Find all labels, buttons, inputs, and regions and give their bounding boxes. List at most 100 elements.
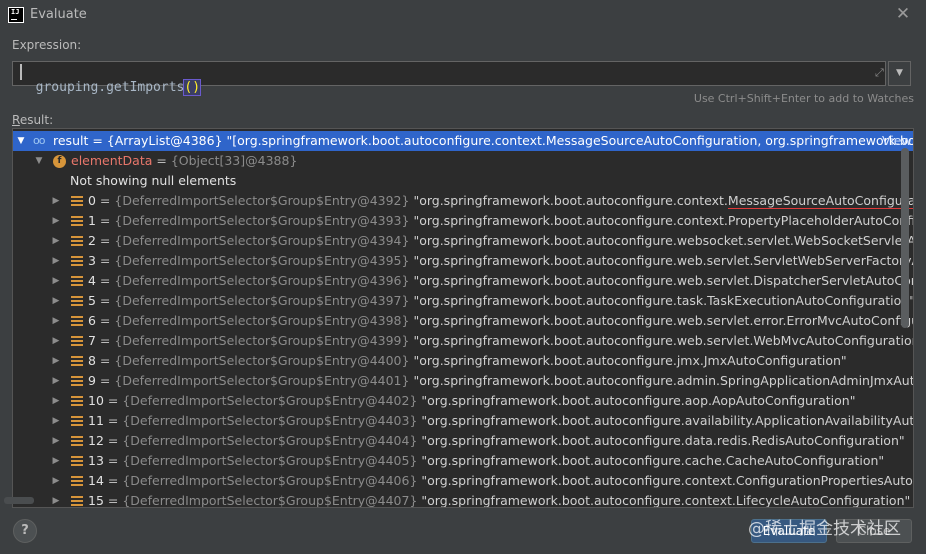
item-value: "org.springframework.boot.autoconfigure.… (413, 353, 847, 368)
list-entry-icon (71, 396, 83, 407)
list-entry-icon (71, 276, 83, 287)
element-data-eq: = (152, 153, 171, 168)
item-value: "org.springframework.boot.autoconfigure.… (421, 453, 885, 468)
item-value: "org.springframework.boot.autoconfigure.… (421, 433, 905, 448)
tree-row-item[interactable]: ▶ 2 = {DeferredImportSelector$Group$Entr… (13, 231, 913, 251)
tree-row-item[interactable]: ▶ 4 = {DeferredImportSelector$Group$Entr… (13, 271, 913, 291)
item-type: {DeferredImportSelector$Group$Entry@4392… (114, 193, 410, 208)
text-caret (20, 64, 22, 80)
item-type: {DeferredImportSelector$Group$Entry@4403… (122, 413, 418, 428)
expand-arrow-icon[interactable]: ▶ (51, 411, 61, 431)
tree-row-item[interactable]: ▶ 12 = {DeferredImportSelector$Group$Ent… (13, 431, 913, 451)
expression-label: Expression: (12, 38, 82, 52)
expand-arrow-icon[interactable]: ▶ (51, 431, 61, 451)
intellij-app-icon: IJ (8, 7, 24, 23)
expand-arrow-icon[interactable]: ▶ (51, 351, 61, 371)
history-dropdown-button[interactable]: ▼ (888, 61, 911, 86)
item-index: 9 (88, 373, 96, 388)
tree-row-item[interactable]: ▶ 11 = {DeferredImportSelector$Group$Ent… (13, 411, 913, 431)
tree-row-item[interactable]: ▶ 6 = {DeferredImportSelector$Group$Entr… (13, 311, 913, 331)
list-entry-icon (71, 436, 83, 447)
expand-arrow-icon[interactable]: ▶ (51, 191, 61, 211)
item-index: 7 (88, 333, 96, 348)
item-index: 5 (88, 293, 96, 308)
expand-arrow-icon[interactable]: ▶ (51, 311, 61, 331)
app-icon-label: IJ (11, 8, 20, 16)
tree-row-item[interactable]: ▶ 9 = {DeferredImportSelector$Group$Entr… (13, 371, 913, 391)
expand-arrow-icon[interactable]: ▶ (51, 451, 61, 471)
item-index: 3 (88, 253, 96, 268)
tree-row-item[interactable]: ▶ 8 = {DeferredImportSelector$Group$Entr… (13, 351, 913, 371)
result-tree[interactable]: ▼ oo result = {ArrayList@4386} "[org.spr… (12, 128, 914, 508)
list-entry-icon (71, 296, 83, 307)
tree-row-result[interactable]: ▼ oo result = {ArrayList@4386} "[org.spr… (13, 131, 913, 151)
tree-row-item[interactable]: ▶ 15 = {DeferredImportSelector$Group$Ent… (13, 491, 913, 508)
item-value: "org.springframework.boot.autoconfigure.… (413, 273, 914, 288)
item-type: {DeferredImportSelector$Group$Entry@4400… (114, 353, 410, 368)
item-index: 0 (88, 193, 96, 208)
item-index: 11 (88, 413, 104, 428)
tree-row-item[interactable]: ▶ 10 = {DeferredImportSelector$Group$Ent… (13, 391, 913, 411)
item-value: "org.springframework.boot.autoconfigure.… (413, 293, 914, 308)
item-value: "org.springframework.boot.autoconfigure.… (421, 393, 856, 408)
result-label-rest: esult: (19, 113, 54, 127)
expand-arrow-icon[interactable]: ▶ (51, 291, 61, 311)
result-label-mnemonic: R (12, 113, 20, 127)
list-entry-icon (71, 336, 83, 347)
list-entry-icon (71, 216, 83, 227)
tree-row-item[interactable]: ▶ 14 = {DeferredImportSelector$Group$Ent… (13, 471, 913, 491)
item-value: "org.springframework.boot.autoconfigure.… (421, 493, 911, 508)
expand-arrow-icon[interactable]: ▶ (51, 391, 61, 411)
tree-row-element-data[interactable]: ▼ f elementData = {Object[33]@4388} (13, 151, 913, 171)
item-index: 14 (88, 473, 104, 488)
collapse-arrow-icon[interactable]: ▼ (16, 131, 26, 151)
expand-arrow-icon[interactable]: ▶ (51, 331, 61, 351)
item-index: 4 (88, 273, 96, 288)
expand-arrow-icon[interactable]: ▶ (51, 251, 61, 271)
item-type: {DeferredImportSelector$Group$Entry@4407… (122, 493, 418, 508)
list-entry-icon (71, 196, 83, 207)
expand-icon[interactable]: ⤢ (875, 66, 884, 80)
list-entry-icon (71, 356, 83, 367)
tree-row-item[interactable]: ▶ 3 = {DeferredImportSelector$Group$Entr… (13, 251, 913, 271)
expand-arrow-icon[interactable]: ▶ (51, 211, 61, 231)
result-eq: = (88, 133, 107, 148)
element-data-name: elementData (71, 153, 153, 168)
tree-row-item[interactable]: ▶ 7 = {DeferredImportSelector$Group$Entr… (13, 331, 913, 351)
item-value: "org.springframework.boot.autoconfigure.… (413, 373, 913, 388)
horizontal-scrollbar[interactable] (4, 497, 34, 504)
item-value: "org.springframework.boot.autoconfigure.… (421, 413, 914, 428)
vertical-scrollbar[interactable] (901, 148, 909, 328)
expand-arrow-icon[interactable]: ▶ (51, 371, 61, 391)
item-value: "org.springframework.boot.autoconfigure.… (413, 313, 914, 328)
collapse-arrow-icon[interactable]: ▼ (34, 151, 44, 171)
item-type: {DeferredImportSelector$Group$Entry@4402… (122, 393, 418, 408)
item-index: 6 (88, 313, 96, 328)
chevron-down-icon: ▼ (896, 68, 903, 78)
element-data-type: {Object[33]@4388} (170, 153, 298, 168)
item-value: "org.springframework.boot.autoconfigure.… (413, 213, 913, 228)
tree-row-item[interactable]: ▶ 13 = {DeferredImportSelector$Group$Ent… (13, 451, 913, 471)
expand-arrow-icon[interactable]: ▶ (51, 271, 61, 291)
result-type: {ArrayList@4386} (106, 133, 223, 148)
list-entry-icon (71, 316, 83, 327)
expression-text: grouping.getImports (35, 80, 185, 95)
expand-arrow-icon[interactable]: ▶ (51, 231, 61, 251)
item-value: "org.springframework.boot.autoconfigure.… (413, 333, 914, 348)
site-watermark: @稀土掘金技术社区 (748, 519, 901, 539)
item-type: {DeferredImportSelector$Group$Entry@4401… (114, 373, 410, 388)
null-elements-note: Not showing null elements (70, 173, 237, 188)
expand-arrow-icon[interactable]: ▶ (51, 471, 61, 491)
help-button[interactable]: ? (13, 519, 37, 543)
expand-arrow-icon[interactable]: ▶ (51, 491, 61, 507)
field-icon: f (53, 155, 66, 168)
list-entry-icon (71, 256, 83, 267)
item-index: 8 (88, 353, 96, 368)
tree-row-item[interactable]: ▶ 0 = {DeferredImportSelector$Group$Entr… (13, 191, 913, 211)
close-icon[interactable]: ✕ (894, 4, 912, 24)
result-name: result (53, 133, 89, 148)
tree-row-item[interactable]: ▶ 1 = {DeferredImportSelector$Group$Entr… (13, 211, 913, 231)
tree-row-item[interactable]: ▶ 5 = {DeferredImportSelector$Group$Entr… (13, 291, 913, 311)
expression-input[interactable]: grouping.getImports() ⤢ (12, 61, 886, 96)
list-entry-icon (71, 376, 83, 387)
